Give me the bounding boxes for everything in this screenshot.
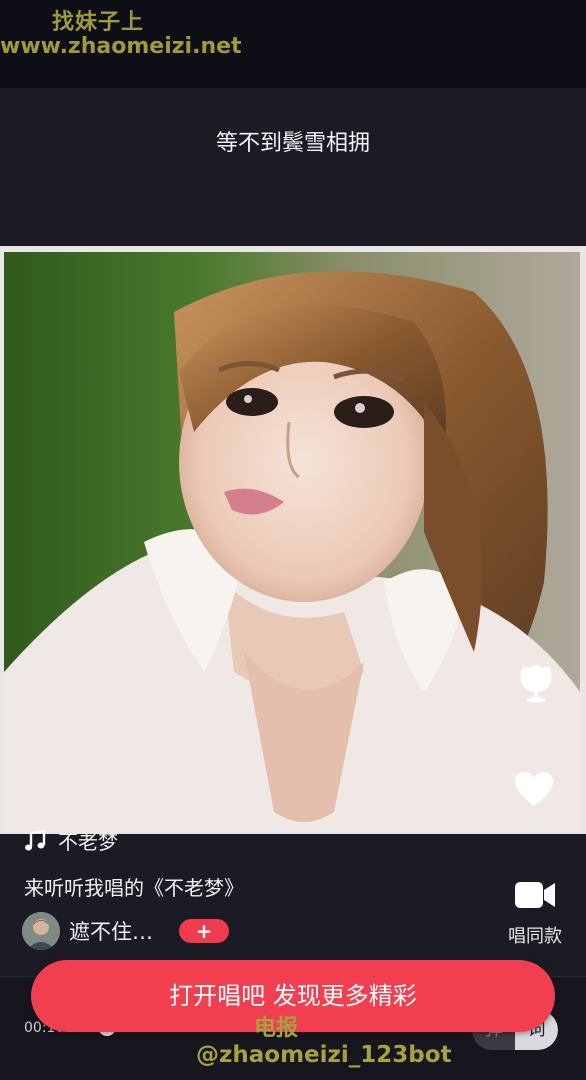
watermark-bottom-line2: @zhaomeizi_123bot xyxy=(196,1042,452,1068)
heart-icon xyxy=(515,772,553,806)
user-row: 遮不住… + xyxy=(22,912,229,950)
video-camera-icon xyxy=(515,882,555,908)
song-title-bar xyxy=(0,88,586,246)
song-name: 不老梦 xyxy=(58,830,118,854)
top-bar: 找妹子上 www.zhaomeizi.net xyxy=(0,0,586,88)
follow-button[interactable]: + xyxy=(179,919,229,943)
watermark-title: 找妹子上 xyxy=(52,10,145,35)
watermark-url: www.zhaomeizi.net xyxy=(0,34,242,59)
cover-photo xyxy=(4,252,580,832)
username[interactable]: 遮不住… xyxy=(69,916,153,946)
song-title: 等不到鬓雪相拥 xyxy=(215,131,370,156)
post-description: 来听听我唱的《不老梦》 xyxy=(24,876,244,900)
flower-count: 2 xyxy=(530,712,542,731)
user-avatar-image xyxy=(22,912,60,950)
page: 找妹子上 www.zhaomeizi.net 等不到鬓雪相拥 2 0 唱同款 不… xyxy=(0,0,586,1080)
music-note-icon xyxy=(25,829,46,850)
singer-photo xyxy=(4,252,580,832)
cover-image-frame[interactable] xyxy=(0,246,586,834)
avatar[interactable] xyxy=(22,912,60,950)
sing-same-button[interactable]: 唱同款 xyxy=(500,878,570,948)
sing-same-label: 唱同款 xyxy=(508,926,562,947)
song-row[interactable]: 不老梦 xyxy=(24,826,118,855)
flower-icon xyxy=(520,664,552,703)
like-button[interactable]: 0 xyxy=(504,770,564,833)
like-count: 0 xyxy=(528,814,540,833)
flower-button[interactable]: 2 xyxy=(506,660,566,731)
watermark-bottom-line1: 电报 xyxy=(254,1016,299,1041)
